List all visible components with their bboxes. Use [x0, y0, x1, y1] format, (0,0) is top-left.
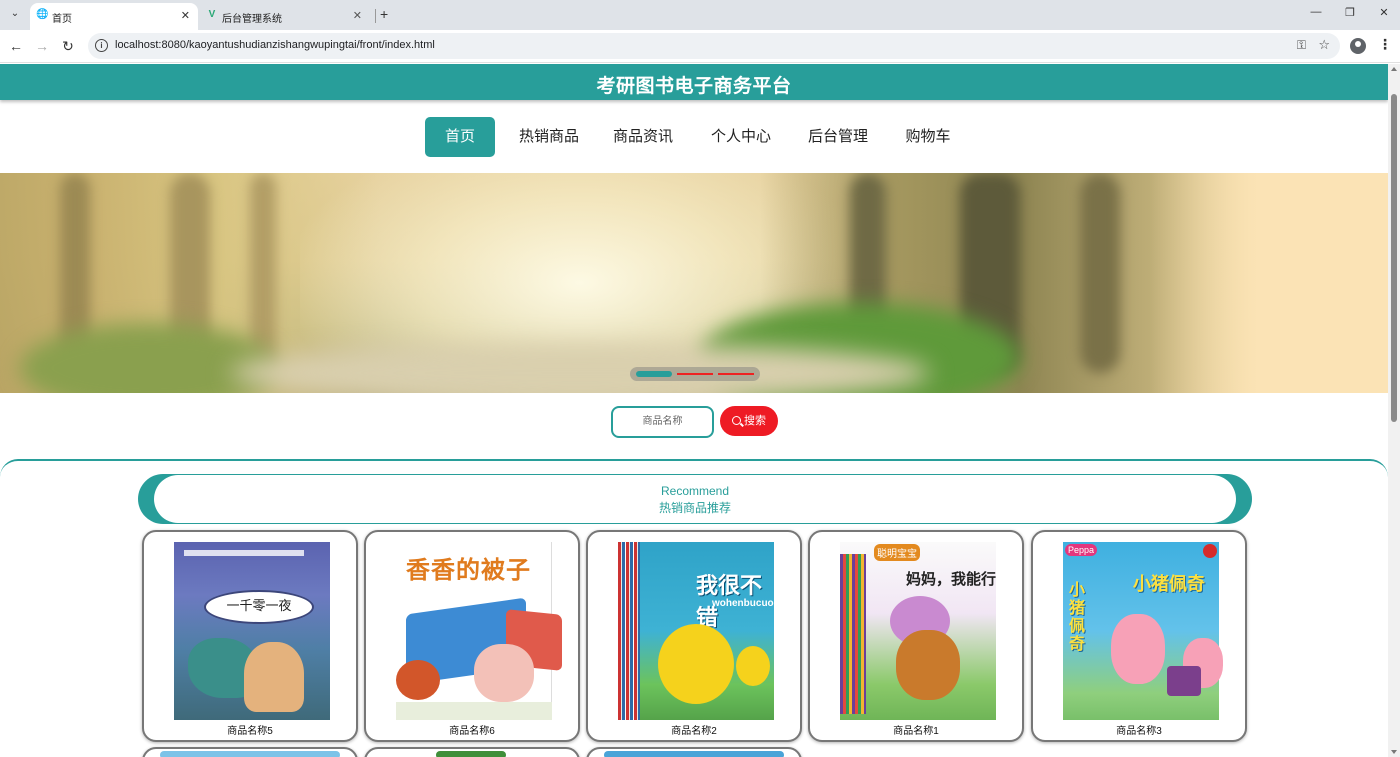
- banner-image: [1150, 173, 1388, 393]
- address-bar[interactable]: i localhost:8080/kaoyantushudianzishangw…: [88, 33, 1340, 59]
- close-icon[interactable]: ✕: [353, 9, 362, 22]
- cover-art: [618, 542, 640, 720]
- carousel-indicator: [630, 367, 760, 381]
- profile-avatar-icon[interactable]: [1350, 38, 1366, 54]
- product-name[interactable]: 商品名称1: [810, 722, 1022, 737]
- cover-art: [1111, 614, 1165, 684]
- cover-art: [474, 644, 534, 702]
- product-card[interactable]: [364, 747, 580, 757]
- restore-icon[interactable]: ❐: [1340, 6, 1360, 19]
- bookmark-star-icon[interactable]: ☆: [1318, 37, 1330, 53]
- main-nav: 首页 热销商品 商品资讯 个人中心 后台管理 购物车: [0, 117, 1388, 157]
- reload-icon[interactable]: ↻: [59, 37, 77, 55]
- product-cover-image[interactable]: [604, 751, 784, 757]
- search-icon: [732, 416, 741, 425]
- search-button-label: 搜索: [744, 415, 766, 427]
- cover-art: [244, 642, 304, 712]
- site-title: 考研图书电子商务平台: [596, 76, 792, 97]
- product-card[interactable]: Peppa 小猪佩奇 小猪佩奇 商品名称3: [1031, 530, 1247, 742]
- back-arrow-icon[interactable]: ←: [7, 37, 25, 55]
- tab-title: 首页: [52, 14, 72, 25]
- product-card[interactable]: 一千零一夜 商品名称5: [142, 530, 358, 742]
- site-info-icon[interactable]: i: [95, 39, 108, 52]
- recommend-title-cn: 热销商品推荐: [658, 501, 731, 515]
- product-card[interactable]: 聪明宝宝 妈妈，我能行 商品名称1: [808, 530, 1024, 742]
- nav-item-home[interactable]: 首页: [425, 117, 495, 157]
- browser-tab-strip: ⌄ 🌐 首页 ✕ V 后台管理系统 ✕ + — ❐ ✕: [0, 0, 1400, 30]
- browser-tab-admin[interactable]: V 后台管理系统 ✕: [200, 3, 370, 30]
- tab-search-chevron-icon[interactable]: ⌄: [6, 5, 24, 23]
- browser-menu-icon[interactable]: ⋮: [1378, 36, 1392, 53]
- cover-title: 一千零一夜: [204, 590, 314, 624]
- cover-art: [896, 630, 960, 700]
- carousel-dot[interactable]: [677, 373, 713, 375]
- search-input[interactable]: 商品名称: [611, 406, 714, 438]
- cover-title: 香香的被子: [406, 557, 531, 584]
- cover-art: [396, 660, 440, 700]
- cover-title-vertical: 小猪佩奇: [1069, 582, 1086, 653]
- tab-title: 后台管理系统: [222, 14, 282, 25]
- search-button[interactable]: 搜索: [720, 406, 778, 436]
- new-tab-plus-icon[interactable]: +: [380, 6, 388, 22]
- product-cover-image[interactable]: Peppa 小猪佩奇 小猪佩奇: [1063, 542, 1223, 720]
- banner-image: [1080, 173, 1120, 373]
- product-name[interactable]: 商品名称5: [144, 722, 356, 737]
- nav-item-admin[interactable]: 后台管理: [801, 117, 875, 157]
- cover-title: 妈妈，我能行: [906, 570, 997, 588]
- cover-subtitle: wohenbucuo: [712, 598, 774, 609]
- cover-art: [1167, 666, 1201, 696]
- scrollbar-thumb[interactable]: [1391, 94, 1397, 422]
- product-card[interactable]: 香香的被子 商品名称6: [364, 530, 580, 742]
- scroll-up-arrow-icon[interactable]: [1391, 67, 1397, 71]
- password-key-icon[interactable]: ⚿: [1297, 38, 1306, 53]
- close-icon[interactable]: ✕: [181, 9, 190, 22]
- tab-divider: [375, 9, 376, 23]
- seal-icon: [1203, 544, 1217, 558]
- site-header: 考研图书电子商务平台: [0, 64, 1388, 100]
- product-name[interactable]: 商品名称2: [588, 722, 800, 737]
- cover-badge: 聪明宝宝: [874, 544, 920, 561]
- scroll-down-arrow-icon[interactable]: [1391, 750, 1397, 754]
- recommend-title: Recommend 热销商品推荐: [154, 475, 1236, 523]
- page-viewport: 考研图书电子商务平台 首页 热销商品 商品资讯 个人中心 后台管理 购物车 商品…: [0, 64, 1388, 757]
- product-cover-image[interactable]: 聪明宝宝 妈妈，我能行: [840, 542, 996, 720]
- cover-art: [736, 646, 770, 686]
- forward-arrow-icon[interactable]: →: [33, 37, 51, 55]
- product-cover-image[interactable]: [436, 751, 506, 757]
- vue-logo-icon: V: [208, 9, 216, 20]
- product-cover-image[interactable]: 香香的被子: [396, 542, 562, 720]
- product-cover-image[interactable]: 我很不错 wohenbucuo: [618, 542, 774, 720]
- window-close-icon[interactable]: ✕: [1374, 6, 1394, 19]
- nav-item-cart[interactable]: 购物车: [898, 117, 958, 157]
- product-cover-image[interactable]: 一千零一夜: [174, 542, 330, 720]
- peppa-logo-icon: Peppa: [1065, 544, 1098, 556]
- nav-item-personal-center[interactable]: 个人中心: [704, 117, 778, 157]
- banner-carousel[interactable]: [0, 173, 1388, 393]
- product-card[interactable]: [586, 747, 802, 757]
- product-cover-image[interactable]: [160, 751, 340, 757]
- cover-title: 小猪佩奇: [1133, 574, 1205, 594]
- browser-tab-home[interactable]: 🌐 首页 ✕: [30, 3, 198, 30]
- product-name[interactable]: 商品名称3: [1033, 722, 1245, 737]
- globe-icon: 🌐: [36, 9, 49, 20]
- minimize-icon[interactable]: —: [1306, 6, 1326, 18]
- product-name[interactable]: 商品名称6: [366, 722, 578, 737]
- url-text[interactable]: localhost:8080/kaoyantushudianzishangwup…: [115, 39, 435, 51]
- cover-art: [840, 554, 866, 714]
- nav-item-hot-products[interactable]: 热销商品: [512, 117, 586, 157]
- cover-art: [396, 702, 552, 720]
- page-scrollbar[interactable]: [1388, 64, 1400, 757]
- product-card[interactable]: [142, 747, 358, 757]
- carousel-dot[interactable]: [718, 373, 754, 375]
- nav-item-product-news[interactable]: 商品资讯: [606, 117, 680, 157]
- recommend-title-en: Recommend: [660, 484, 730, 498]
- product-card[interactable]: 我很不错 wohenbucuo 商品名称2: [586, 530, 802, 742]
- carousel-dot-active[interactable]: [636, 371, 672, 377]
- browser-toolbar: ← → ↻ i localhost:8080/kaoyantushudianzi…: [0, 30, 1400, 63]
- cover-art: [658, 624, 734, 704]
- cover-art: [184, 550, 304, 556]
